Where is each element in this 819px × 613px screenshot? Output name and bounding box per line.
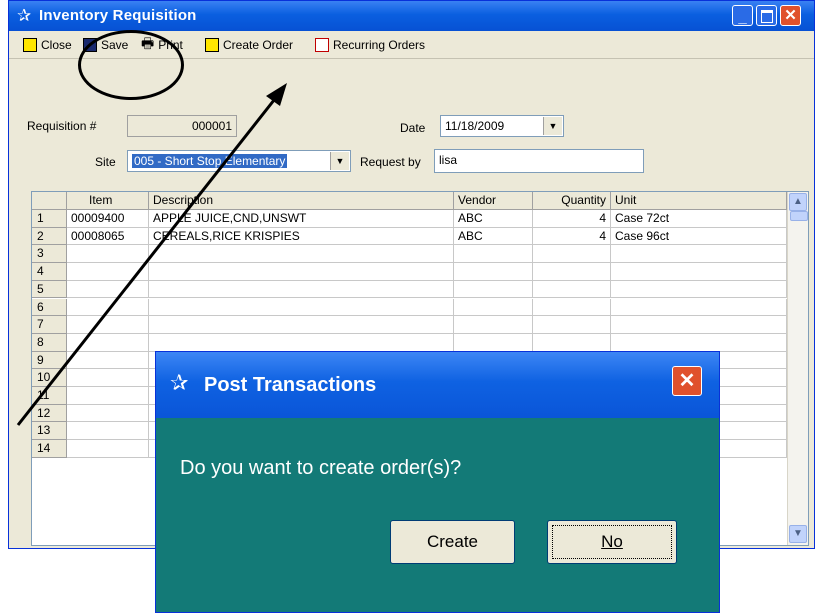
- annotation-arrow: [16, 83, 287, 426]
